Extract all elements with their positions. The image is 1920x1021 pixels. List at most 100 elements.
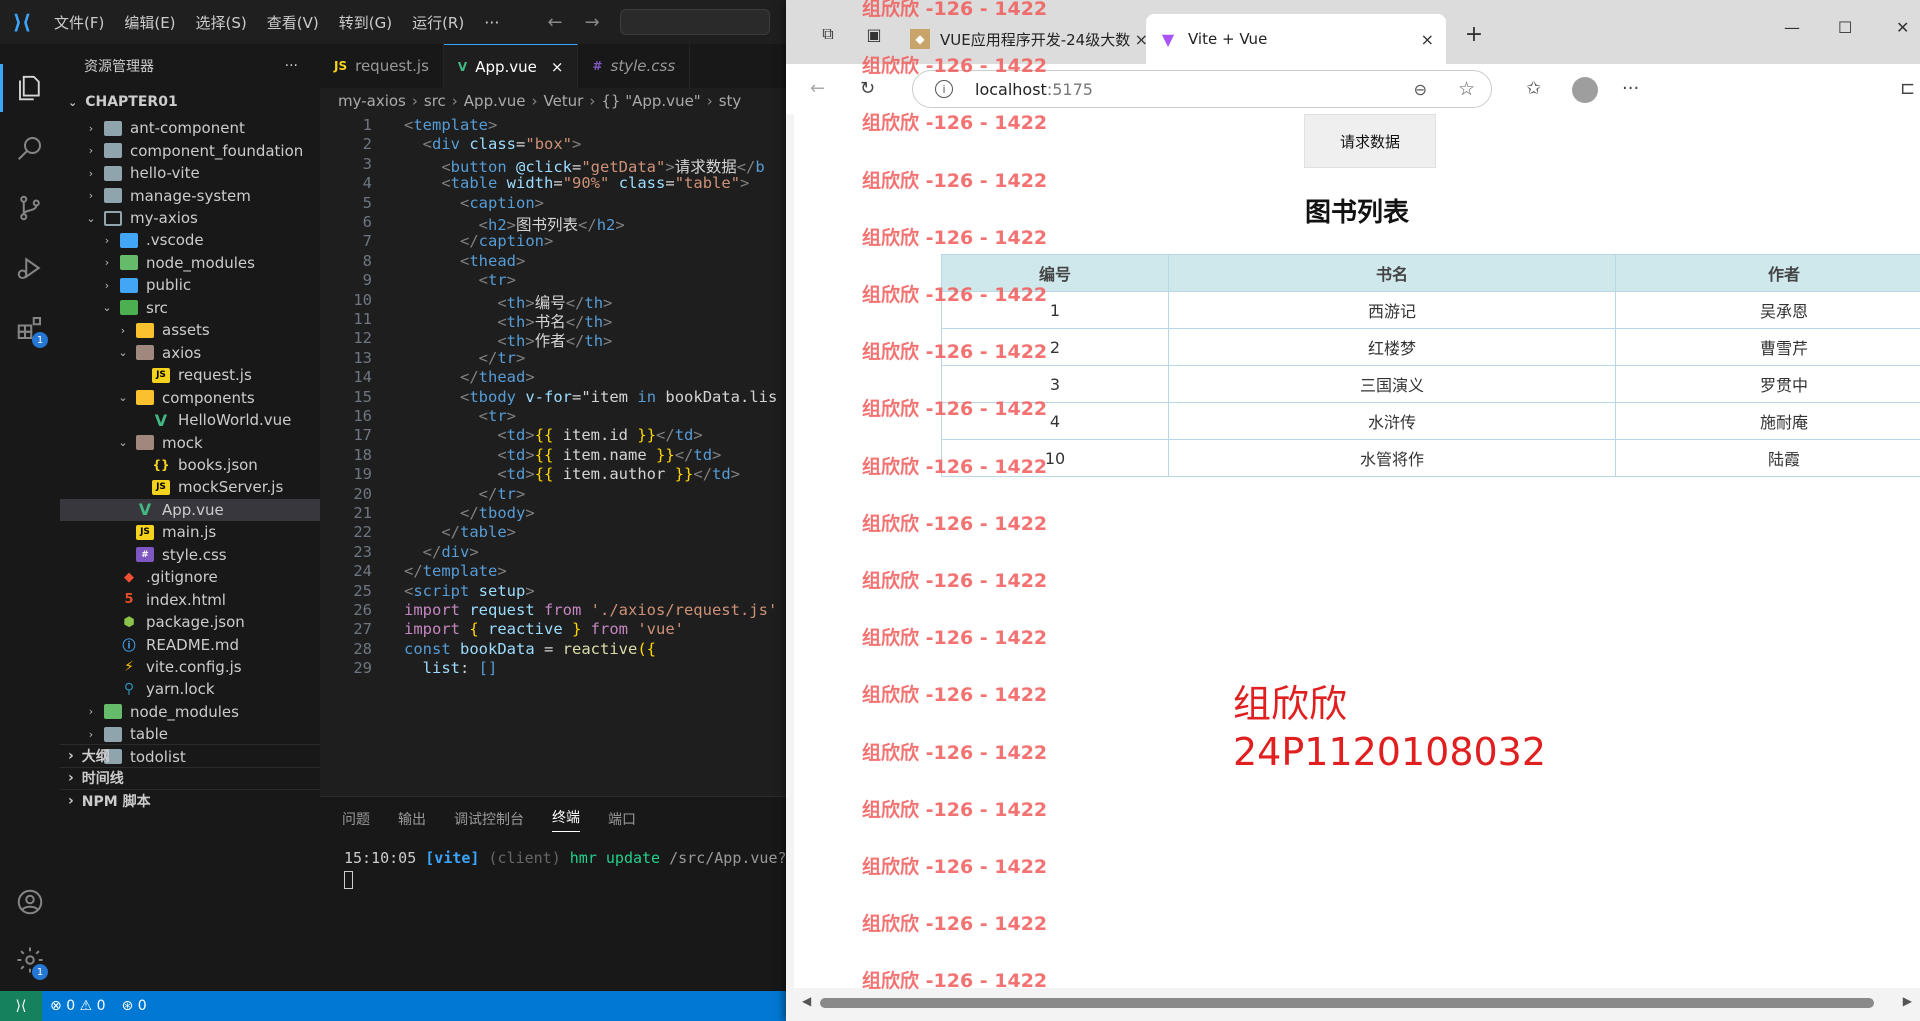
breadcrumb-item[interactable]: App.vue (464, 92, 526, 110)
breadcrumb-item[interactable]: sty (719, 92, 742, 110)
tree-item[interactable]: JS request.js (60, 364, 320, 386)
remote-icon[interactable]: ⟩⟨ (0, 991, 42, 1021)
panel-tab[interactable]: 端口 (608, 809, 636, 829)
ports-status[interactable]: ⊛ 0 (114, 998, 155, 1014)
tree-item[interactable]: ⓘ README.md (60, 633, 320, 655)
tree-item[interactable]: › component_foundation (60, 139, 320, 161)
refresh-icon[interactable]: ↻ (860, 78, 875, 99)
back-icon[interactable]: ← (810, 78, 825, 99)
workspaces-icon[interactable]: ⧉ (816, 22, 840, 46)
tree-item[interactable]: ⌄ axios (60, 342, 320, 364)
line-text: list: [] (404, 659, 498, 683)
editor-tab[interactable]: # style.css (578, 44, 691, 88)
favorite-star-icon[interactable]: ☆ (1458, 78, 1475, 100)
tree-item[interactable]: › manage-system (60, 184, 320, 206)
menu-item[interactable]: 查看(V) (257, 12, 329, 33)
menu-item[interactable]: 选择(S) (186, 12, 257, 33)
account-icon[interactable] (0, 872, 60, 932)
tree-item[interactable]: ⌄ my-axios (60, 207, 320, 229)
tree-item[interactable]: › node_modules (60, 252, 320, 274)
minimize-icon[interactable]: — (1784, 18, 1800, 37)
tree-item[interactable]: {} books.json (60, 454, 320, 476)
maximize-icon[interactable]: ☐ (1838, 18, 1852, 37)
settings-gear-icon[interactable]: 1 (0, 930, 60, 990)
breadcrumb-item[interactable]: {} "App.vue" (601, 92, 700, 110)
tree-item[interactable]: V HelloWorld.vue (60, 409, 320, 431)
tree-item[interactable]: V App.vue (60, 498, 320, 522)
tree-item[interactable]: ⌄ src (60, 297, 320, 319)
tree-item[interactable]: › hello-vite (60, 162, 320, 184)
close-window-icon[interactable]: ✕ (1896, 18, 1909, 37)
zoom-icon[interactable]: ⊖ (1414, 80, 1427, 99)
tree-item[interactable]: › assets (60, 319, 320, 341)
horizontal-scrollbar[interactable]: ◀ ▶ (794, 988, 1920, 1021)
scroll-left-icon[interactable]: ◀ (802, 994, 811, 1008)
breadcrumb-item[interactable]: my-axios (338, 92, 406, 110)
tree-item[interactable]: JS mockServer.js (60, 476, 320, 498)
scrollbar-thumb[interactable] (820, 998, 1874, 1008)
tree-item[interactable]: ⬢ package.json (60, 611, 320, 633)
sidebar-section[interactable]: › 时间线 (60, 766, 320, 790)
forward-arrow-icon[interactable]: → (585, 12, 600, 33)
panel-tab[interactable]: 输出 (398, 809, 426, 829)
tree-item[interactable]: 5 index.html (60, 588, 320, 610)
new-tab-icon[interactable]: + (1462, 22, 1486, 47)
site-info-icon[interactable]: i (935, 80, 953, 98)
breadcrumb-item[interactable]: Vetur (543, 92, 583, 110)
source-control-icon[interactable] (0, 178, 60, 238)
code-view[interactable]: 1 <template> 2 <div class="box"> 3 <button … (320, 114, 790, 796)
menu-item[interactable]: 编辑(E) (114, 12, 185, 33)
tree-item[interactable]: ⌄ components (60, 386, 320, 408)
favorites-icon[interactable]: ✩ (1526, 78, 1541, 99)
close-tab-icon[interactable]: × (1421, 30, 1434, 49)
more-menu-icon[interactable]: ··· (1622, 78, 1639, 99)
tree-item[interactable]: › ant-component (60, 117, 320, 139)
folder-file-icon (104, 120, 122, 136)
search-icon[interactable] (0, 118, 60, 178)
tree-item[interactable]: ◆ .gitignore (60, 566, 320, 588)
url-field[interactable]: i localhost:5175 ⊖ ☆ (912, 70, 1492, 108)
breadcrumb-item[interactable]: src (424, 92, 446, 110)
tree-item[interactable]: JS main.js (60, 521, 320, 543)
back-arrow-icon[interactable]: ← (547, 12, 562, 33)
run-debug-icon[interactable] (0, 238, 60, 298)
close-icon[interactable]: × (551, 58, 564, 76)
terminal[interactable]: 15:10:05 [vite] (client) hmr update /src… (320, 841, 790, 893)
tree-item[interactable]: › node_modules (60, 701, 320, 723)
menu-item[interactable]: 运行(R) (402, 12, 474, 33)
command-center[interactable] (619, 9, 770, 35)
tree-item[interactable]: ⚲ yarn.lock (60, 678, 320, 700)
code-token: th (506, 313, 526, 331)
panel-tab[interactable]: 终端 (552, 807, 580, 832)
panel-tab[interactable]: 问题 (342, 809, 370, 829)
sidebar-toggle-icon[interactable]: ⊏ (1900, 78, 1915, 99)
vertical-tabs-icon[interactable]: ▣ (862, 22, 886, 46)
tree-item[interactable]: › table (60, 723, 320, 745)
code-token: tbody (478, 504, 526, 522)
code-token: th (506, 332, 526, 351)
menu-item[interactable]: 转到(G) (329, 12, 402, 33)
browser-tab-course[interactable]: ◆ VUE应用程序开发-24级大数据3班 × (898, 14, 1148, 64)
breadcrumb-separator-icon: › (706, 92, 713, 110)
sidebar-section[interactable]: › 大纲 (60, 744, 320, 767)
explorer-sidebar: 资源管理器 ··· ⌄ CHAPTER01 › ant-component › comp… (60, 44, 320, 991)
request-data-button[interactable]: 请求数据 (1304, 114, 1436, 168)
menu-more-button[interactable]: ··· (474, 13, 509, 32)
tree-item[interactable]: › .vscode (60, 229, 320, 251)
tree-item[interactable]: ⚡ vite.config.js (60, 656, 320, 678)
tree-item[interactable]: # style.css (60, 544, 320, 566)
problems-status[interactable]: ⊗ 0 ⚠ 0 (42, 998, 114, 1014)
editor-tab[interactable]: JS request.js (320, 44, 444, 88)
sidebar-section[interactable]: › NPM 脚本 (60, 789, 320, 812)
menu-item[interactable]: 文件(F) (44, 12, 114, 33)
tree-item[interactable]: › public (60, 274, 320, 296)
panel-tab[interactable]: 调试控制台 (454, 809, 524, 829)
explorer-icon[interactable] (0, 58, 60, 118)
tree-item[interactable]: ⌄ mock (60, 431, 320, 453)
profile-avatar[interactable] (1572, 77, 1598, 103)
editor-tab[interactable]: V App.vue × (443, 44, 579, 88)
browser-tab-vite[interactable]: ▼ Vite + Vue × (1146, 14, 1446, 64)
scroll-right-icon[interactable]: ▶ (1903, 994, 1912, 1008)
extensions-icon[interactable]: 1 (0, 298, 60, 358)
